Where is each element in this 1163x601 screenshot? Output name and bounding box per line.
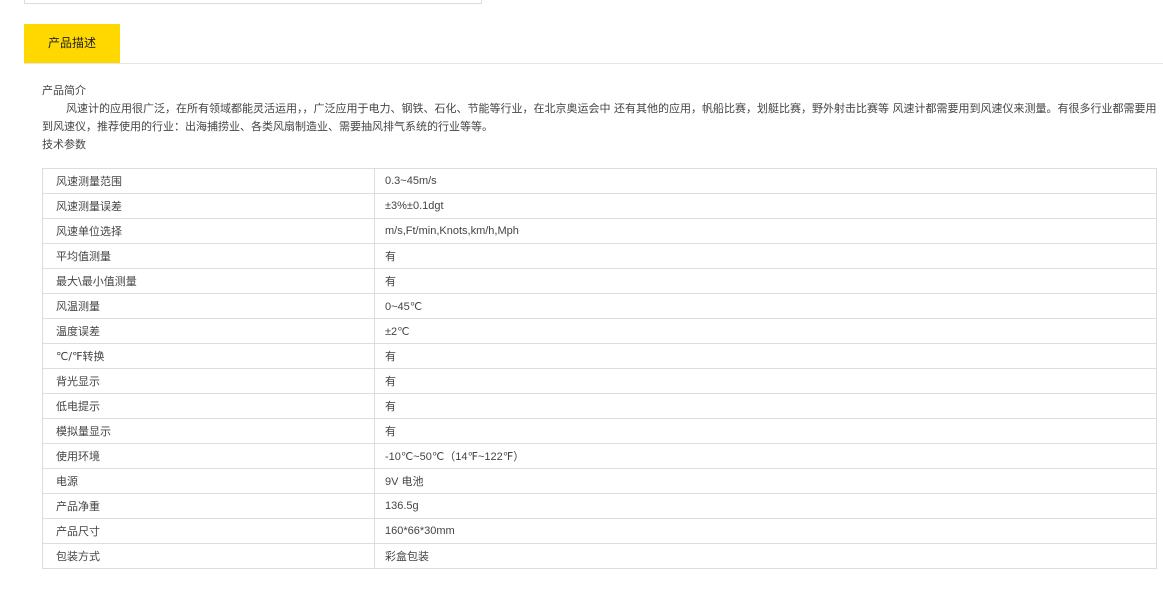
table-row: ℃/℉转换 有 — [42, 343, 1157, 369]
spec-key: 平均值测量 — [42, 243, 375, 269]
intro-heading: 产品简介 — [42, 84, 86, 97]
spec-value: 160*66*30mm — [374, 518, 1157, 544]
table-row: 风温测量 0~45℃ — [42, 293, 1157, 319]
table-row: 使用环境 -10℃~50℃（14℉~122℉） — [42, 443, 1157, 469]
table-row: 模拟量显示 有 — [42, 418, 1157, 444]
spec-key: ℃/℉转换 — [42, 343, 375, 369]
spec-value: -10℃~50℃（14℉~122℉） — [374, 443, 1157, 469]
spec-key: 最大\最小值测量 — [42, 268, 375, 294]
spec-key: 低电提示 — [42, 393, 375, 419]
table-row: 风速单位选择 m/s,Ft/min,Knots,km/h,Mph — [42, 218, 1157, 244]
spec-key: 产品尺寸 — [42, 518, 375, 544]
spec-value: 有 — [374, 418, 1157, 444]
spec-value: 彩盒包装 — [374, 543, 1157, 569]
params-heading: 技术参数 — [42, 138, 86, 151]
spec-value: 有 — [374, 243, 1157, 269]
table-row: 低电提示 有 — [42, 393, 1157, 419]
spec-value: 9V 电池 — [374, 468, 1157, 494]
top-input-box-edge — [24, 0, 482, 4]
spec-value: ±2℃ — [374, 318, 1157, 344]
spec-key: 温度误差 — [42, 318, 375, 344]
product-description: 产品简介 风速计的应用很广泛，在所有领域都能灵活运用，，广泛应用于电力、钢铁、石… — [42, 82, 1160, 154]
table-row: 背光显示 有 — [42, 368, 1157, 394]
intro-text: 风速计的应用很广泛，在所有领域都能灵活运用，，广泛应用于电力、钢铁、石化、节能等… — [42, 102, 1157, 133]
spec-value: 有 — [374, 268, 1157, 294]
spec-value: 0~45℃ — [374, 293, 1157, 319]
table-row: 产品净重 136.5g — [42, 493, 1157, 519]
tab-product-description[interactable]: 产品描述 — [24, 24, 120, 63]
table-row: 包装方式 彩盒包装 — [42, 543, 1157, 569]
spec-value: 0.3~45m/s — [374, 168, 1157, 194]
table-row: 电源 9V 电池 — [42, 468, 1157, 494]
spec-value: ±3%±0.1dgt — [374, 193, 1157, 219]
spec-value: 有 — [374, 393, 1157, 419]
spec-key: 风速测量范围 — [42, 168, 375, 194]
spec-key: 电源 — [42, 468, 375, 494]
spec-key: 风速测量误差 — [42, 193, 375, 219]
table-row: 平均值测量 有 — [42, 243, 1157, 269]
table-row: 温度误差 ±2℃ — [42, 318, 1157, 344]
spec-key: 风速单位选择 — [42, 218, 375, 244]
spec-key: 背光显示 — [42, 368, 375, 394]
spec-key: 风温测量 — [42, 293, 375, 319]
spec-key: 产品净重 — [42, 493, 375, 519]
table-row: 风速测量范围 0.3~45m/s — [42, 168, 1157, 194]
spec-table: 风速测量范围 0.3~45m/s 风速测量误差 ±3%±0.1dgt 风速单位选… — [42, 168, 1157, 569]
spec-key: 使用环境 — [42, 443, 375, 469]
table-row: 风速测量误差 ±3%±0.1dgt — [42, 193, 1157, 219]
table-row: 最大\最小值测量 有 — [42, 268, 1157, 294]
spec-key: 包装方式 — [42, 543, 375, 569]
table-row: 产品尺寸 160*66*30mm — [42, 518, 1157, 544]
spec-value: 有 — [374, 343, 1157, 369]
product-tab-bar: 产品描述 — [24, 24, 1163, 64]
spec-key: 模拟量显示 — [42, 418, 375, 444]
spec-value: 136.5g — [374, 493, 1157, 519]
spec-value: m/s,Ft/min,Knots,km/h,Mph — [374, 218, 1157, 244]
spec-value: 有 — [374, 368, 1157, 394]
